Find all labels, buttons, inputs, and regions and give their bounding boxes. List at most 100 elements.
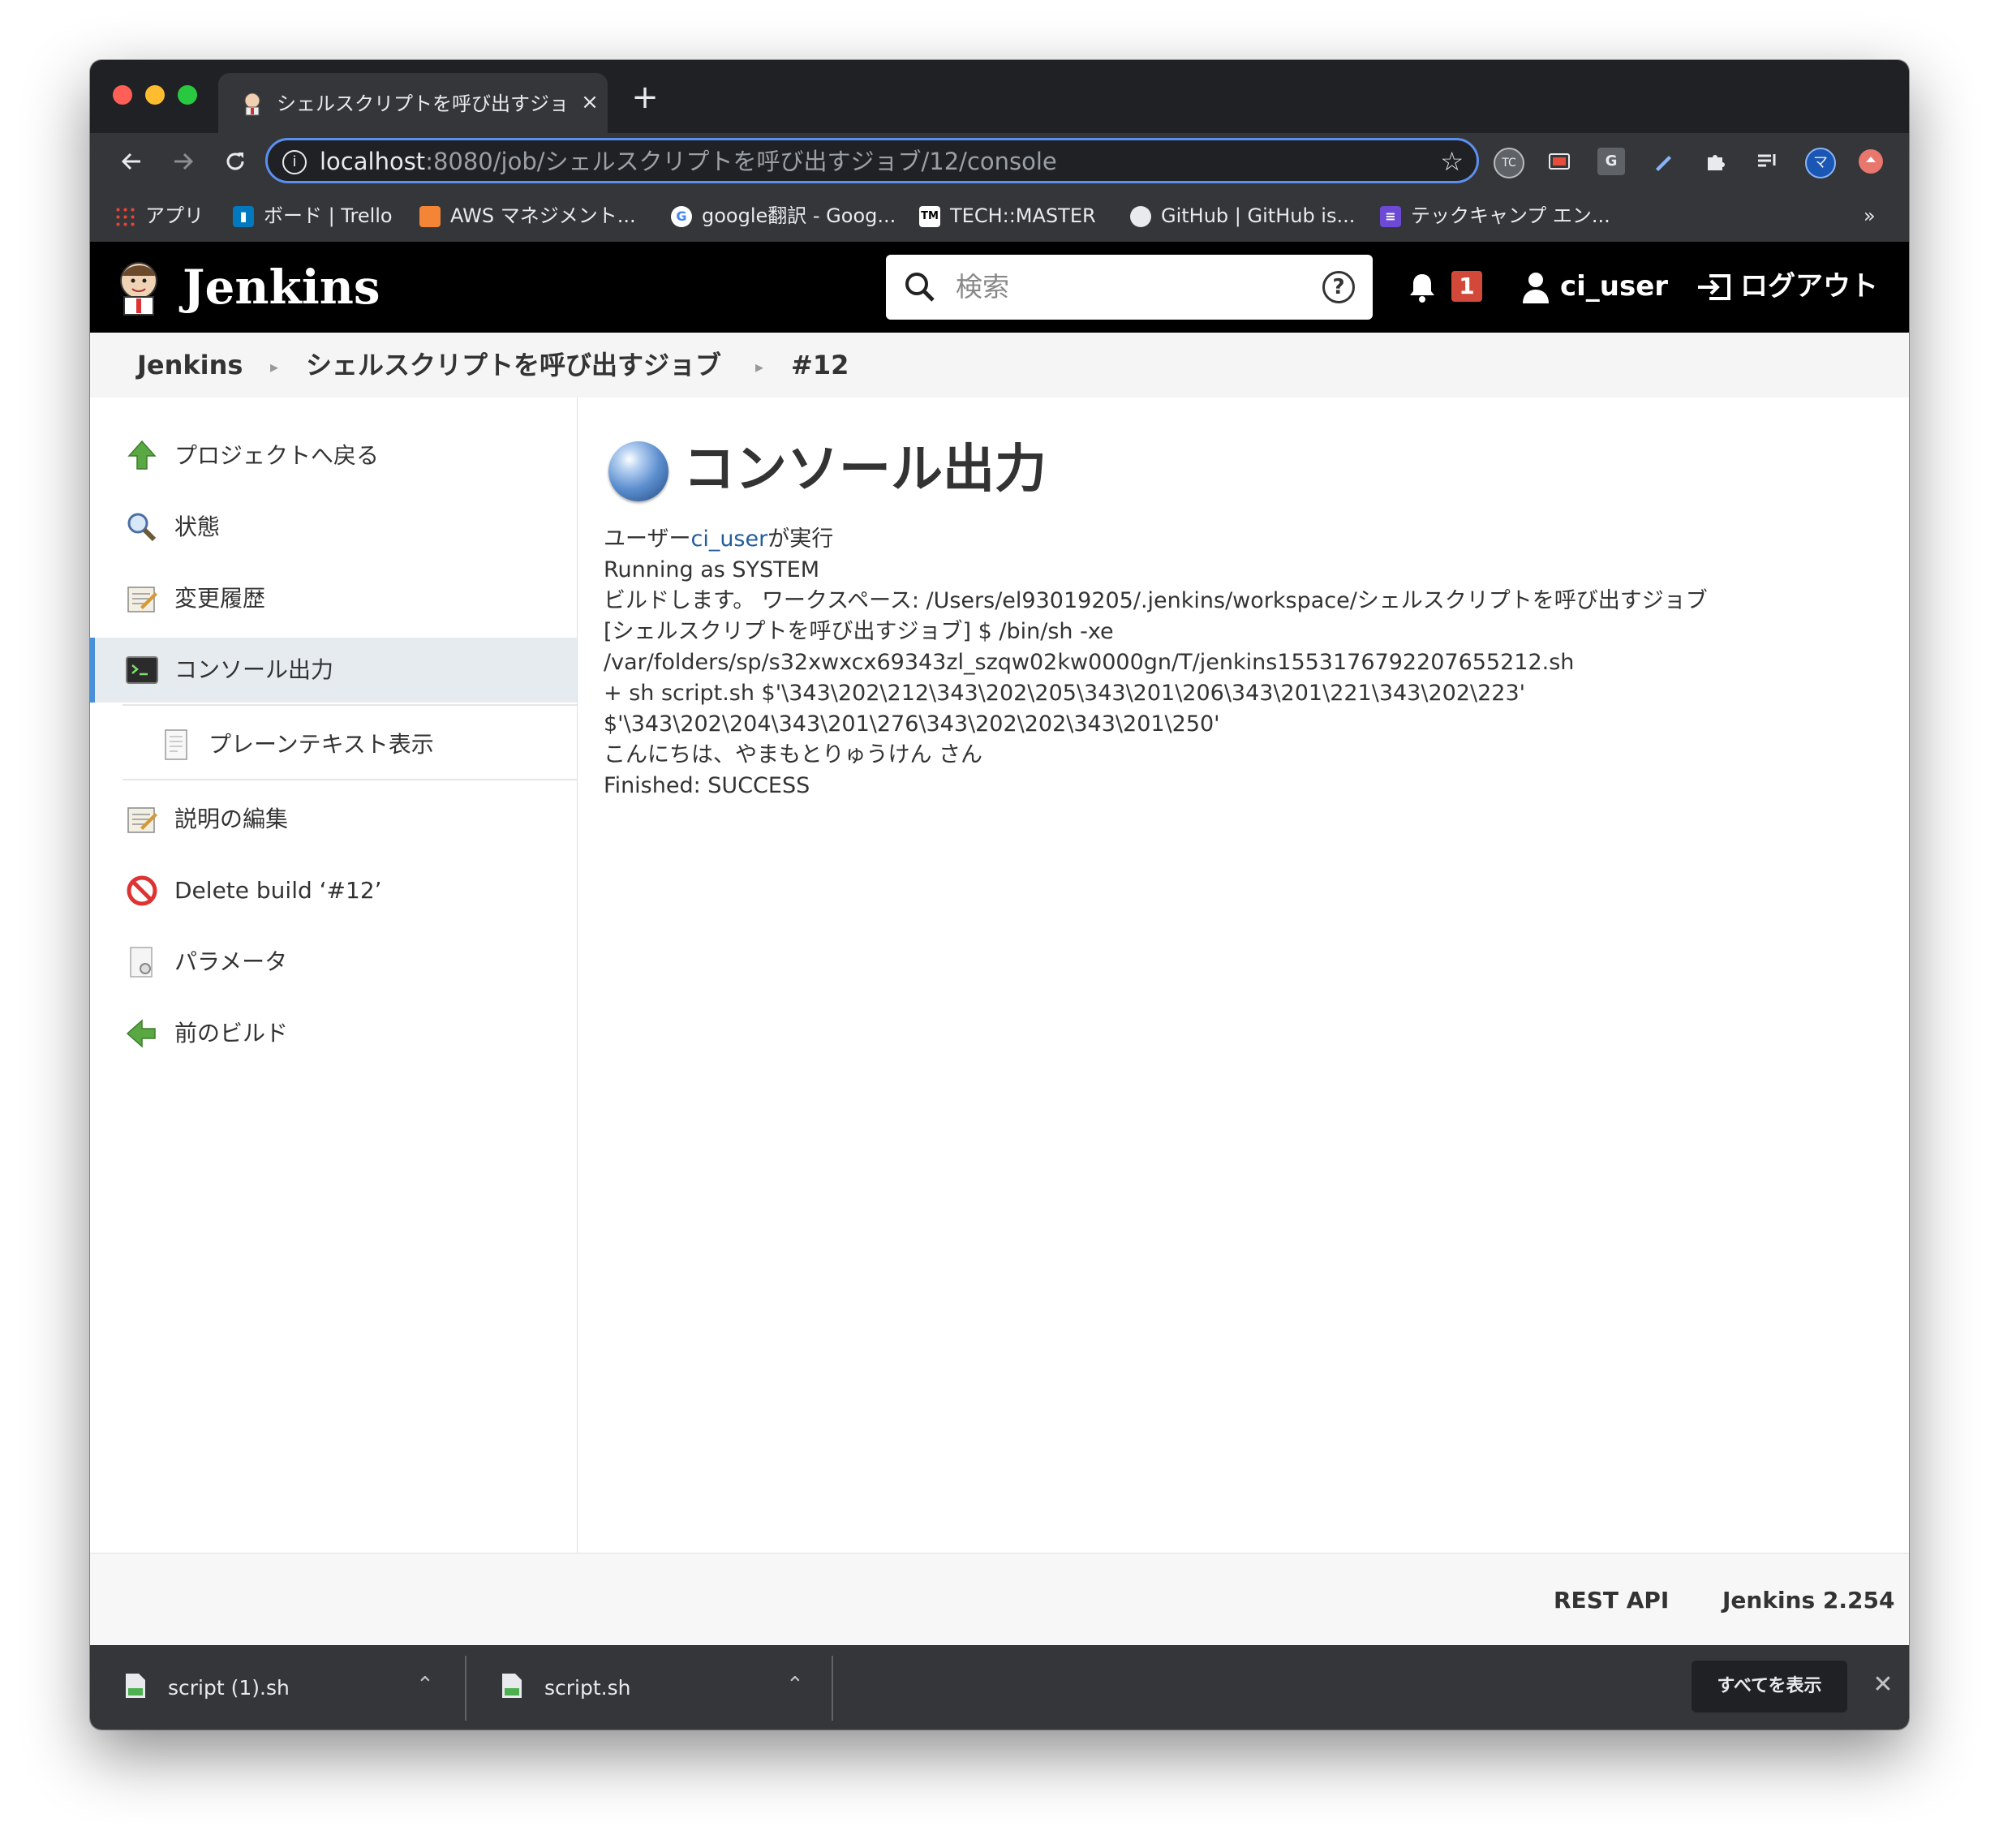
console-line: Running as SYSTEM [604, 557, 820, 582]
breadcrumb-jenkins[interactable]: Jenkins [137, 349, 243, 381]
terminal-icon [126, 656, 158, 684]
forward-button[interactable] [163, 141, 204, 182]
reading-list-icon[interactable] [1753, 148, 1781, 175]
extension-tc-icon[interactable]: TC [1494, 148, 1524, 178]
bookmark-label: アプリ [145, 204, 204, 227]
task-divider [123, 704, 577, 706]
bookmark-github[interactable]: GitHub | GitHub is... [1130, 201, 1355, 230]
trello-icon: ▮ [233, 206, 254, 227]
bookmark-aws[interactable]: AWS マネジメント... [419, 201, 636, 230]
console-line-started: ユーザーci_userが実行 [604, 524, 1885, 555]
breadcrumb-separator-icon: ▸ [270, 357, 279, 376]
show-all-downloads-button[interactable]: すべてを表示 [1692, 1661, 1847, 1713]
playlist-icon [1758, 154, 1776, 167]
bookmark-techcamp[interactable]: ≡ テックキャンプ エン... [1380, 201, 1610, 230]
task-parameters[interactable]: パラメータ [90, 930, 577, 995]
breadcrumb-build[interactable]: #12 [791, 349, 849, 381]
main-panel: コンソール出力 ユーザーci_userが実行 Running as SYSTEM… [578, 398, 1909, 1553]
jenkins-version-link[interactable]: Jenkins 2.254 [1722, 1584, 1894, 1617]
close-window-button[interactable] [113, 85, 132, 105]
download-item[interactable]: script.sh ⌃ [466, 1646, 835, 1730]
bookmark-apps[interactable]: アプリ [114, 201, 204, 230]
zoom-window-button[interactable] [178, 85, 197, 105]
task-label: Delete build ‘#12’ [174, 877, 382, 904]
bookmark-google-translate[interactable]: Ggoogle翻訳 - Goog... [671, 201, 896, 230]
search-icon [905, 273, 935, 302]
bookmark-techmaster[interactable]: TM TECH::MASTER [919, 201, 1096, 230]
new-tab-button[interactable]: + [625, 80, 664, 118]
extension-g-icon[interactable]: G [1597, 148, 1625, 175]
console-line: [シェルスクリプトを呼び出すジョブ] $ /bin/sh -xe [604, 619, 1114, 644]
jenkins-header: Jenkins 検索 ? 1 ci_user ログアウト [90, 242, 1909, 333]
download-item[interactable]: script (1).sh ⌃ [90, 1646, 458, 1730]
console-output: ユーザーci_userが実行 Running as SYSTEM ビルドします。… [604, 524, 1885, 802]
chevron-up-icon[interactable]: ⌃ [786, 1669, 804, 1701]
bookmark-star-icon[interactable]: ☆ [1440, 145, 1464, 178]
console-line: こんにちは、やまもとりゅうけん さん [604, 742, 983, 767]
console-user-link[interactable]: ci_user [690, 526, 767, 552]
help-icon[interactable]: ? [1322, 271, 1355, 303]
search-box[interactable]: 検索 ? [886, 255, 1373, 320]
site-info-icon[interactable]: i [282, 150, 307, 174]
url-path: :8080/job/シェルスクリプトを呼び出すジョブ/12/console [425, 148, 1057, 175]
aws-icon [419, 206, 441, 227]
task-console-output[interactable]: コンソール出力 [90, 638, 577, 703]
search-input[interactable]: 検索 [956, 268, 1009, 307]
page-footer: REST API Jenkins 2.254 [90, 1553, 1909, 1646]
close-icon[interactable]: ✕ [1867, 1669, 1899, 1701]
pen-icon [1656, 156, 1671, 171]
forward-arrow-icon [174, 153, 194, 170]
console-line: Finished: SUCCESS [604, 773, 810, 798]
cast-icon [1549, 153, 1570, 170]
side-panel: プロジェクトへ戻る 状態 変更履歴 コンソール出力 プレーンテキスト表示 説明の… [90, 398, 578, 1553]
address-bar[interactable]: i localhost:8080/job/シェルスクリプトを呼び出すジョブ/12… [265, 138, 1479, 183]
task-label: パラメータ [174, 948, 288, 975]
shell-file-icon [502, 1674, 522, 1698]
download-shelf: script (1).sh ⌃ script.sh ⌃ すべてを表示 ✕ [90, 1645, 1909, 1730]
task-label: プレーンテキスト表示 [208, 731, 434, 758]
reload-button[interactable] [215, 141, 256, 182]
task-edit-description[interactable]: 説明の編集 [90, 787, 577, 852]
chevron-up-icon[interactable]: ⌃ [416, 1669, 434, 1701]
breadcrumb: Jenkins ▸ シェルスクリプトを呼び出すジョブ ▸ #12 [90, 333, 1909, 398]
notification-badge[interactable]: 1 [1451, 271, 1482, 302]
rest-api-link[interactable]: REST API [1554, 1584, 1669, 1617]
browser-titlebar: シェルスクリプトを呼び出すジョブ × + [90, 60, 1909, 133]
console-line: + sh script.sh $'\343\202\212\343\202\20… [604, 681, 1526, 706]
tab-title: シェルスクリプトを呼び出すジョブ [277, 92, 569, 115]
task-delete-build[interactable]: Delete build ‘#12’ [90, 858, 577, 923]
tab-close-icon[interactable]: × [575, 88, 604, 117]
bookmark-trello[interactable]: ▮ ボード | Trello [233, 201, 393, 230]
bookmarks-overflow-button[interactable]: » [1864, 201, 1876, 230]
user-link[interactable]: ci_user [1560, 266, 1668, 307]
task-status[interactable]: 状態 [90, 495, 577, 560]
minimize-window-button[interactable] [145, 85, 165, 105]
browser-tab[interactable]: シェルスクリプトを呼び出すジョブ × [218, 73, 608, 133]
logout-icon [1698, 274, 1730, 300]
bookmarks-bar: アプリ ▮ ボード | Trello AWS マネジメント... Ggoogle翻… [90, 190, 1909, 243]
update-icon[interactable] [1859, 149, 1883, 174]
bookmark-label: GitHub | GitHub is... [1161, 204, 1356, 227]
url-text[interactable]: localhost:8080/job/シェルスクリプトを呼び出すジョブ/12/c… [320, 147, 1057, 176]
extension-pen-icon[interactable] [1649, 148, 1677, 175]
profile-avatar[interactable]: マ [1805, 148, 1836, 178]
task-previous-build[interactable]: 前のビルド [90, 1001, 577, 1066]
document-icon [165, 729, 187, 760]
google-icon: G [671, 206, 692, 227]
breadcrumb-job[interactable]: シェルスクリプトを呼び出すジョブ [306, 349, 721, 381]
jenkins-title[interactable]: Jenkins [183, 258, 380, 316]
bell-icon[interactable] [1406, 271, 1438, 303]
logout-link[interactable]: ログアウト [1740, 266, 1878, 307]
back-button[interactable] [111, 141, 152, 182]
extension-cast-icon[interactable] [1545, 148, 1573, 175]
task-plain-text[interactable]: プレーンテキスト表示 [90, 712, 577, 777]
jenkins-logo-icon[interactable] [114, 258, 163, 316]
task-divider [123, 779, 577, 780]
user-icon [1523, 273, 1549, 303]
task-changes[interactable]: 変更履歴 [90, 566, 577, 631]
extensions-puzzle-icon[interactable] [1701, 148, 1729, 175]
task-label: プロジェクトへ戻る [174, 442, 380, 469]
task-label: 状態 [174, 514, 221, 540]
task-back-to-project[interactable]: プロジェクトへ戻る [90, 423, 577, 488]
task-label: 変更履歴 [174, 585, 266, 612]
